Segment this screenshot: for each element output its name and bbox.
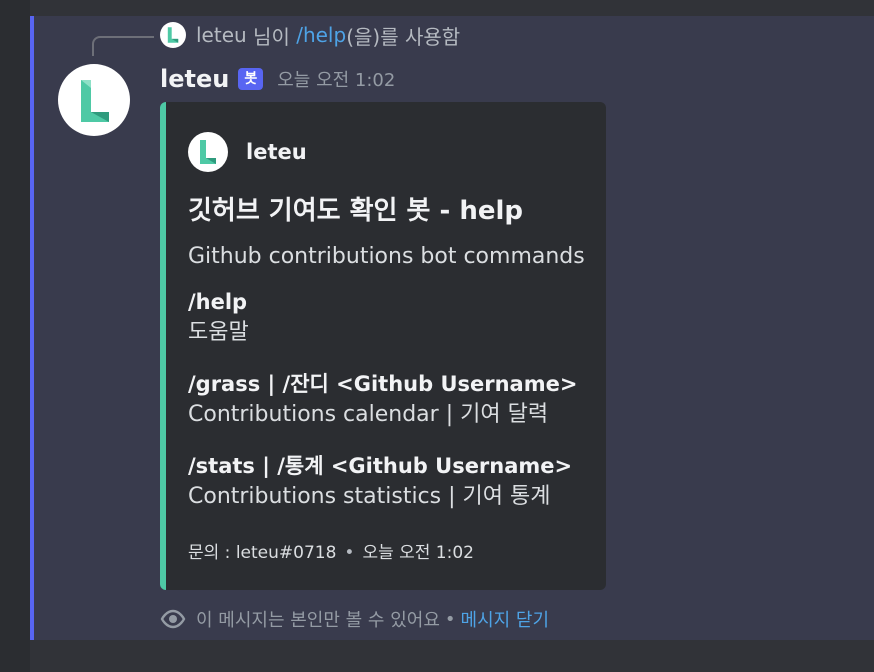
message-author[interactable]: leteu bbox=[160, 65, 229, 93]
ephemeral-notice: 이 메시지는 본인만 볼 수 있어요 • 메시지 닫기 bbox=[160, 606, 549, 632]
embed-footer-text: 문의 : leteu#0718 bbox=[188, 543, 337, 563]
message-header: leteu 봇 오늘 오전 1:02 bbox=[160, 64, 395, 94]
embed-field-value: Contributions statistics | 기여 통계 bbox=[188, 484, 551, 509]
reply-command[interactable]: /help bbox=[296, 23, 346, 47]
author-avatar-icon[interactable] bbox=[58, 64, 130, 136]
embed-footer: 문의 : leteu#0718 • 오늘 오전 1:02 bbox=[188, 538, 474, 563]
eye-icon bbox=[160, 609, 186, 629]
embed-footer-timestamp: 오늘 오전 1:02 bbox=[362, 543, 474, 563]
embed-author-avatar-icon bbox=[188, 132, 228, 172]
embed-field: /help 도움말 bbox=[188, 288, 249, 350]
embed-field: /stats | /통계 <Github Username> Contribut… bbox=[188, 452, 572, 514]
reply-text-before: 님이 bbox=[246, 24, 297, 49]
embed-author-name: leteu bbox=[246, 140, 307, 164]
reply-avatar-icon bbox=[160, 22, 186, 48]
reply-spine bbox=[92, 36, 154, 56]
embed-field-value: 도움말 bbox=[188, 320, 249, 345]
reply-reference[interactable]: leteu 님이 /help (을)를 사용함 bbox=[160, 22, 461, 49]
embed-author: leteu bbox=[188, 132, 307, 172]
ephemeral-notice-text: 이 메시지는 본인만 볼 수 있어요 bbox=[196, 610, 440, 631]
ephemeral-separator: • bbox=[444, 608, 456, 630]
embed-card: leteu 깃허브 기여도 확인 봇 - help Github contrib… bbox=[160, 102, 606, 590]
embed-field-name: /help bbox=[188, 290, 248, 314]
embed-description: Github contributions bot commands bbox=[188, 244, 585, 269]
server-sidebar-edge bbox=[0, 0, 30, 672]
embed-title: 깃허브 기여도 확인 봇 - help bbox=[188, 196, 523, 226]
embed-field: /grass | /잔디 <Github Username> Contribut… bbox=[188, 370, 577, 432]
message-timestamp: 오늘 오전 1:02 bbox=[277, 70, 396, 91]
reply-text-after: (을)를 사용함 bbox=[346, 24, 461, 49]
embed-field-name: /grass | /잔디 <Github Username> bbox=[188, 372, 578, 396]
embed-footer-separator: • bbox=[344, 543, 355, 563]
bot-badge: 봇 bbox=[238, 68, 264, 90]
ephemeral-highlight-bar bbox=[30, 16, 34, 640]
dismiss-message-link[interactable]: 메시지 닫기 bbox=[461, 606, 550, 632]
reply-author[interactable]: leteu bbox=[196, 23, 247, 47]
embed-field-name: /stats | /통계 <Github Username> bbox=[188, 454, 573, 478]
embed-field-value: Contributions calendar | 기여 달력 bbox=[188, 402, 549, 427]
